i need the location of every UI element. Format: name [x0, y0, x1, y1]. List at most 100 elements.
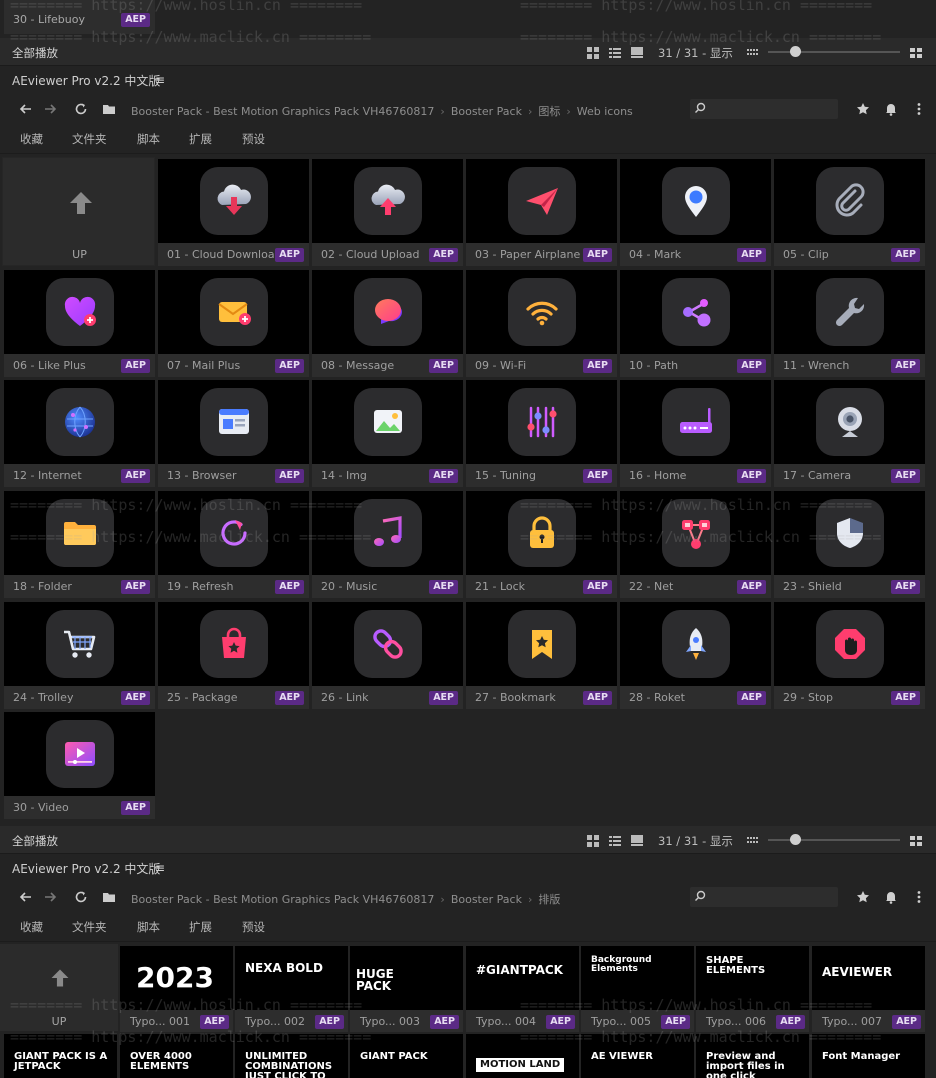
bell-icon[interactable]	[884, 890, 898, 908]
asset-card[interactable]: 24 - Trolley AEP	[4, 602, 155, 709]
asset-thumbnail[interactable]	[158, 602, 309, 686]
asset-thumbnail[interactable]	[158, 491, 309, 575]
asset-thumbnail[interactable]	[312, 380, 463, 464]
asset-card[interactable]: 13 - Browser AEP	[158, 380, 309, 487]
thumbnail-view-icon[interactable]	[630, 45, 644, 58]
asset-card[interactable]: 20 - Music AEP	[312, 491, 463, 598]
asset-thumbnail[interactable]	[774, 159, 925, 243]
asset-card[interactable]: GIANT PACK IS A JETPACK	[4, 1034, 117, 1078]
slider-handle[interactable]	[790, 46, 801, 57]
search-input[interactable]	[712, 101, 832, 117]
tab-extensions[interactable]: 扩展	[189, 131, 212, 147]
breadcrumb-item[interactable]: Booster Pack	[451, 893, 522, 906]
asset-thumbnail[interactable]	[774, 380, 925, 464]
asset-thumbnail[interactable]: Background Elements	[581, 946, 694, 1010]
asset-thumbnail[interactable]: GIANT PACK	[350, 1034, 463, 1078]
breadcrumb-item[interactable]: 图标	[538, 105, 560, 118]
asset-thumbnail[interactable]	[4, 712, 155, 796]
refresh-icon[interactable]	[74, 102, 88, 119]
asset-thumbnail[interactable]	[312, 491, 463, 575]
asset-card[interactable]: 05 - Clip AEP	[774, 159, 925, 266]
asset-card[interactable]: Background Elements Typo... 005 AEP	[581, 946, 694, 1032]
large-grid-icon[interactable]	[909, 833, 923, 846]
asset-card[interactable]: 22 - Net AEP	[620, 491, 771, 598]
tab-presets[interactable]: 预设	[242, 131, 265, 147]
back-arrow-icon[interactable]	[18, 102, 32, 119]
grid-view-icon[interactable]	[586, 833, 600, 847]
asset-card[interactable]: Font Manager	[812, 1034, 925, 1078]
tab-presets[interactable]: 预设	[242, 919, 265, 935]
asset-thumbnail[interactable]	[158, 270, 309, 354]
asset-thumbnail[interactable]	[774, 270, 925, 354]
asset-card[interactable]: 18 - Folder AEP	[4, 491, 155, 598]
tab-folders[interactable]: 文件夹	[72, 919, 107, 935]
asset-thumbnail[interactable]	[4, 380, 155, 464]
asset-thumbnail[interactable]: OVER 4000 ELEMENTS	[120, 1034, 233, 1078]
asset-thumbnail[interactable]	[4, 491, 155, 575]
asset-card[interactable]: 27 - Bookmark AEP	[466, 602, 617, 709]
tab-folders[interactable]: 文件夹	[72, 131, 107, 147]
search-input[interactable]	[712, 889, 832, 905]
asset-card[interactable]: SHAPE ELEMENTS Typo... 006 AEP	[696, 946, 809, 1032]
asset-card[interactable]: 30 - Video AEP	[4, 712, 155, 819]
asset-card[interactable]: 26 - Link AEP	[312, 602, 463, 709]
asset-thumbnail[interactable]: Preview and import files in one click	[696, 1034, 809, 1078]
asset-card[interactable]: OVER 4000 ELEMENTS	[120, 1034, 233, 1078]
up-folder-button[interactable]: UP	[2, 157, 155, 266]
asset-card[interactable]: 01 - Cloud Download AEP	[158, 159, 309, 266]
asset-card[interactable]: 28 - Roket AEP	[620, 602, 771, 709]
asset-thumbnail[interactable]	[312, 602, 463, 686]
asset-card[interactable]: #GIANTPACK Typo... 004 AEP	[466, 946, 579, 1032]
tab-extensions[interactable]: 扩展	[189, 919, 212, 935]
asset-card[interactable]: MOTION LAND	[466, 1034, 579, 1078]
asset-card[interactable]: 15 - Tuning AEP	[466, 380, 617, 487]
asset-card[interactable]: 06 - Like Plus AEP	[4, 270, 155, 377]
tab-scripts[interactable]: 脚本	[137, 919, 160, 935]
asset-card[interactable]: NEXA BOLD Typo... 002 AEP	[235, 946, 348, 1032]
asset-thumbnail[interactable]	[312, 159, 463, 243]
folder-icon[interactable]	[102, 102, 116, 119]
asset-thumbnail[interactable]	[158, 159, 309, 243]
asset-thumbnail[interactable]: MOTION LAND	[466, 1034, 579, 1078]
play-all-button[interactable]: 全部播放	[12, 45, 58, 61]
asset-thumbnail[interactable]	[466, 159, 617, 243]
breadcrumb-item[interactable]: Web icons	[577, 105, 633, 118]
asset-thumbnail[interactable]	[620, 380, 771, 464]
asset-card[interactable]: 19 - Refresh AEP	[158, 491, 309, 598]
asset-card[interactable]: 03 - Paper Airplane AEP	[466, 159, 617, 266]
refresh-icon[interactable]	[74, 890, 88, 907]
asset-card[interactable]: AEVIEWER Typo... 007 AEP	[812, 946, 925, 1032]
back-arrow-icon[interactable]	[18, 890, 32, 907]
asset-card[interactable]: 12 - Internet AEP	[4, 380, 155, 487]
slider-handle[interactable]	[790, 834, 801, 845]
asset-thumbnail[interactable]	[774, 491, 925, 575]
asset-card[interactable]: Preview and import files in one click	[696, 1034, 809, 1078]
hamburger-menu-icon[interactable]: ≡	[155, 861, 165, 875]
more-options-icon[interactable]	[912, 102, 926, 120]
thumbnail-size-slider[interactable]	[768, 839, 900, 841]
large-grid-icon[interactable]	[909, 45, 923, 58]
asset-thumbnail[interactable]: 2023	[120, 946, 233, 1010]
asset-card[interactable]: UNLIMITED COMBINATIONS JUST CLICK TO ADD	[235, 1034, 348, 1078]
asset-thumbnail[interactable]	[620, 491, 771, 575]
folder-icon[interactable]	[102, 890, 116, 907]
breadcrumb-item[interactable]: 排版	[538, 893, 560, 906]
up-folder-button[interactable]: UP	[0, 944, 118, 1031]
asset-card[interactable]: 17 - Camera AEP	[774, 380, 925, 487]
asset-thumbnail[interactable]	[158, 380, 309, 464]
asset-thumbnail[interactable]: SHAPE ELEMENTS	[696, 946, 809, 1010]
thumbnail-view-icon[interactable]	[630, 833, 644, 846]
asset-card[interactable]: GIANT PACK	[350, 1034, 463, 1078]
tab-favorites[interactable]: 收藏	[20, 919, 43, 935]
asset-thumbnail[interactable]: UNLIMITED COMBINATIONS JUST CLICK TO ADD	[235, 1034, 348, 1078]
asset-thumbnail[interactable]	[774, 602, 925, 686]
asset-card[interactable]: 16 - Home AEP	[620, 380, 771, 487]
asset-card[interactable]: 21 - Lock AEP	[466, 491, 617, 598]
asset-card[interactable]: 2023 Typo... 001 AEP	[120, 946, 233, 1032]
star-icon[interactable]	[856, 890, 870, 908]
breadcrumb-item[interactable]: Booster Pack	[451, 105, 522, 118]
asset-thumbnail[interactable]: AE VIEWER	[581, 1034, 694, 1078]
asset-card[interactable]: 07 - Mail Plus AEP	[158, 270, 309, 377]
thumbnail-size-slider[interactable]	[768, 51, 900, 53]
asset-card[interactable]: HUGE PACK Typo... 003 AEP	[350, 946, 463, 1032]
